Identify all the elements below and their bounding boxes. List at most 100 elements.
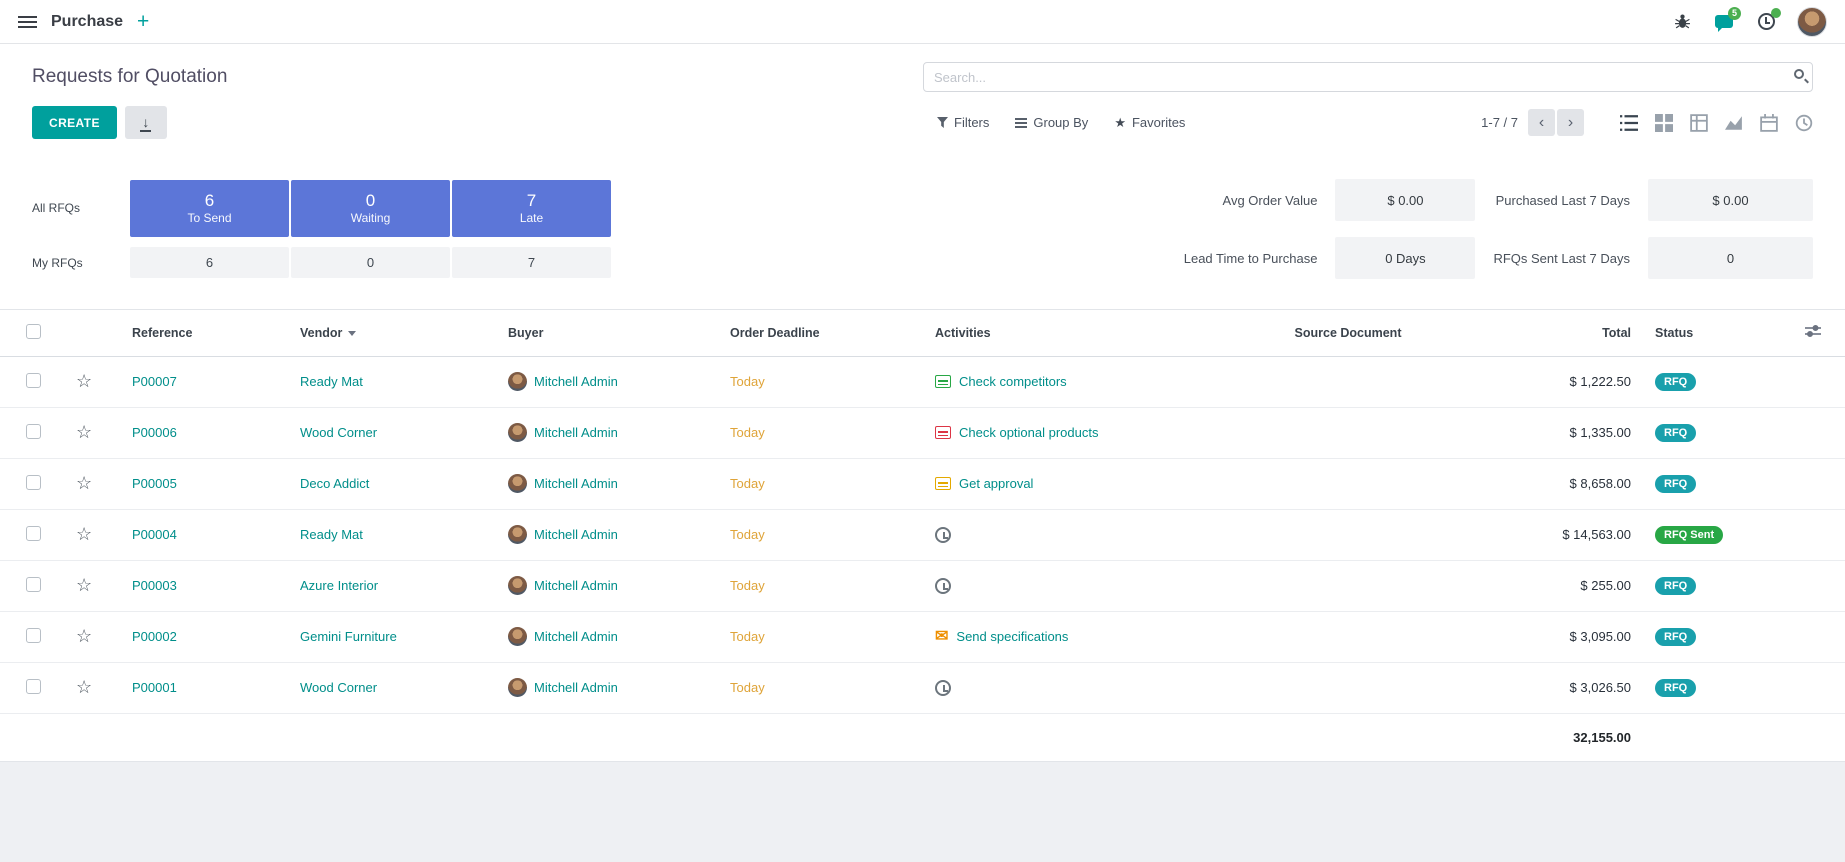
activity-label[interactable]: Send specifications — [956, 629, 1068, 644]
select-all-checkbox[interactable] — [26, 324, 41, 339]
vendor-link[interactable]: Azure Interior — [300, 578, 378, 593]
activity-label[interactable]: Check competitors — [959, 374, 1067, 389]
row-checkbox[interactable] — [26, 679, 41, 694]
buyer-avatar — [508, 576, 527, 595]
vendor-link[interactable]: Wood Corner — [300, 425, 377, 440]
column-header-reference[interactable]: Reference — [120, 310, 288, 356]
search-input[interactable] — [923, 62, 1813, 92]
buyer-link[interactable]: Mitchell Admin — [534, 629, 618, 644]
reference-link[interactable]: P00001 — [132, 680, 177, 695]
calendar-view-icon[interactable] — [1760, 114, 1778, 132]
row-checkbox[interactable] — [26, 577, 41, 592]
vendor-link[interactable]: Wood Corner — [300, 680, 377, 695]
activity-label[interactable]: Check optional products — [959, 425, 1098, 440]
plus-icon[interactable]: + — [137, 11, 149, 32]
reference-link[interactable]: P00006 — [132, 425, 177, 440]
table-row[interactable]: ☆ P00002 Gemini Furniture Mitchell Admin… — [0, 611, 1845, 662]
search-icon[interactable] — [1794, 69, 1804, 79]
activity-label[interactable]: Get approval — [959, 476, 1033, 491]
buyer-link[interactable]: Mitchell Admin — [534, 527, 618, 542]
activity-email-icon[interactable] — [935, 629, 948, 645]
buyer-link[interactable]: Mitchell Admin — [534, 476, 618, 491]
filters-button[interactable]: Filters — [937, 115, 989, 130]
apps-menu-icon[interactable] — [18, 16, 37, 18]
favorite-star-icon[interactable]: ☆ — [76, 371, 92, 391]
table-row[interactable]: ☆ P00004 Ready Mat Mitchell Admin Today … — [0, 509, 1845, 560]
vendor-link[interactable]: Deco Addict — [300, 476, 369, 491]
optional-columns-icon[interactable] — [1805, 324, 1821, 338]
waiting-box[interactable]: 0 Waiting — [291, 180, 450, 237]
kanban-view-icon[interactable] — [1655, 114, 1673, 132]
my-late-box[interactable]: 7 — [452, 247, 611, 278]
order-deadline-value: Today — [730, 425, 765, 440]
reference-link[interactable]: P00007 — [132, 374, 177, 389]
activity-icon[interactable] — [935, 426, 951, 439]
activity-clock-icon[interactable] — [935, 680, 951, 696]
export-button[interactable]: ↓ — [125, 106, 167, 139]
pager-next-button[interactable]: › — [1557, 109, 1584, 136]
vendor-link[interactable]: Gemini Furniture — [300, 629, 397, 644]
row-checkbox[interactable] — [26, 373, 41, 388]
total-amount: $ 1,335.00 — [1570, 425, 1631, 440]
activity-icon[interactable] — [935, 375, 951, 388]
buyer-link[interactable]: Mitchell Admin — [534, 425, 618, 440]
favorite-star-icon[interactable]: ☆ — [76, 524, 92, 544]
table-row[interactable]: ☆ P00005 Deco Addict Mitchell Admin Toda… — [0, 458, 1845, 509]
app-title[interactable]: Purchase — [51, 13, 123, 31]
row-checkbox[interactable] — [26, 628, 41, 643]
row-checkbox[interactable] — [26, 424, 41, 439]
activities-icon[interactable] — [1755, 11, 1777, 33]
favorites-button[interactable]: ★ Favorites — [1114, 115, 1185, 131]
buyer-link[interactable]: Mitchell Admin — [534, 680, 618, 695]
to-send-box[interactable]: 6 To Send — [130, 180, 289, 237]
column-header-source-document[interactable]: Source Document — [1183, 310, 1513, 356]
late-box[interactable]: 7 Late — [452, 180, 611, 237]
graph-view-icon[interactable] — [1725, 114, 1743, 132]
my-waiting-box[interactable]: 0 — [291, 247, 450, 278]
favorite-star-icon[interactable]: ☆ — [76, 626, 92, 646]
group-by-button[interactable]: Group By — [1015, 115, 1088, 130]
activity-view-icon[interactable] — [1795, 114, 1813, 132]
table-row[interactable]: ☆ P00007 Ready Mat Mitchell Admin Today … — [0, 356, 1845, 407]
reference-link[interactable]: P00003 — [132, 578, 177, 593]
table-row[interactable]: ☆ P00001 Wood Corner Mitchell Admin Toda… — [0, 662, 1845, 713]
column-header-status[interactable]: Status — [1643, 310, 1793, 356]
messages-icon[interactable]: 5 — [1713, 11, 1735, 33]
column-header-activities[interactable]: Activities — [923, 310, 1183, 356]
table-row[interactable]: ☆ P00003 Azure Interior Mitchell Admin T… — [0, 560, 1845, 611]
bug-icon[interactable] — [1671, 11, 1693, 33]
list-view-icon[interactable] — [1620, 114, 1638, 132]
activity-icon[interactable] — [935, 477, 951, 490]
table-footer-row: 32,155.00 — [0, 713, 1845, 761]
pager-previous-button[interactable]: ‹ — [1528, 109, 1555, 136]
column-header-total[interactable]: Total — [1513, 310, 1643, 356]
vendor-header-label: Vendor — [300, 326, 342, 340]
activity-clock-icon[interactable] — [935, 527, 951, 543]
my-to-send-box[interactable]: 6 — [130, 247, 289, 278]
favorite-star-icon[interactable]: ☆ — [76, 575, 92, 595]
reference-link[interactable]: P00002 — [132, 629, 177, 644]
buyer-link[interactable]: Mitchell Admin — [534, 374, 618, 389]
column-header-order-deadline[interactable]: Order Deadline — [718, 310, 923, 356]
user-avatar[interactable] — [1797, 7, 1827, 37]
table-row[interactable]: ☆ P00006 Wood Corner Mitchell Admin Toda… — [0, 407, 1845, 458]
group-by-label: Group By — [1033, 115, 1088, 130]
favorite-star-icon[interactable]: ☆ — [76, 422, 92, 442]
vendor-link[interactable]: Ready Mat — [300, 527, 363, 542]
row-checkbox[interactable] — [26, 475, 41, 490]
status-badge: RFQ — [1655, 679, 1696, 697]
favorite-star-icon[interactable]: ☆ — [76, 677, 92, 697]
row-checkbox[interactable] — [26, 526, 41, 541]
buyer-link[interactable]: Mitchell Admin — [534, 578, 618, 593]
reference-link[interactable]: P00004 — [132, 527, 177, 542]
pivot-view-icon[interactable] — [1690, 114, 1708, 132]
create-button[interactable]: CREATE — [32, 106, 117, 139]
status-badge: RFQ — [1655, 577, 1696, 595]
activity-clock-icon[interactable] — [935, 578, 951, 594]
vendor-link[interactable]: Ready Mat — [300, 374, 363, 389]
favorite-star-icon[interactable]: ☆ — [76, 473, 92, 493]
reference-link[interactable]: P00005 — [132, 476, 177, 491]
column-header-vendor[interactable]: Vendor — [288, 310, 496, 356]
source-document-cell — [1183, 407, 1513, 458]
column-header-buyer[interactable]: Buyer — [496, 310, 718, 356]
